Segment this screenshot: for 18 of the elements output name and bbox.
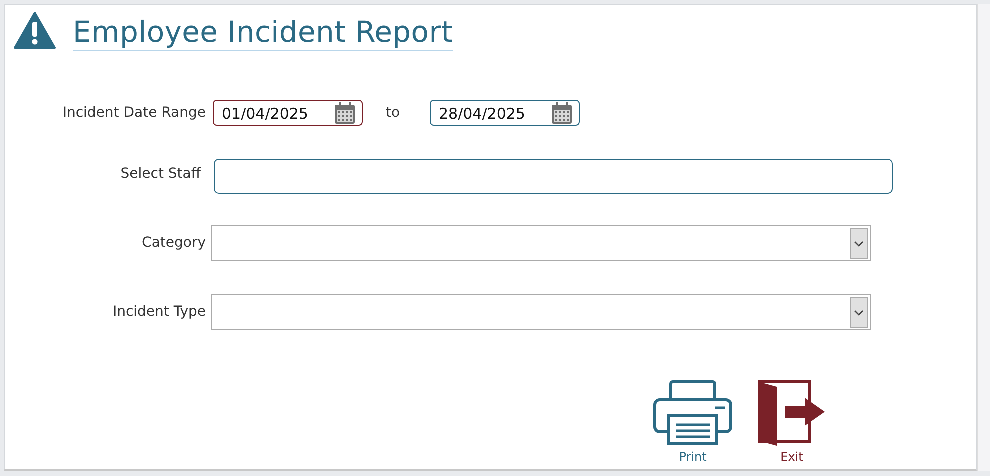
calendar-icon[interactable] <box>551 102 573 124</box>
field-label: Incident Type <box>112 304 206 320</box>
print-button[interactable]: Print <box>651 380 735 464</box>
chevron-down-icon <box>850 228 868 258</box>
staff-input-field[interactable] <box>214 159 893 194</box>
exit-door-icon <box>757 380 827 446</box>
printer-icon <box>653 380 733 446</box>
exit-button[interactable]: Exit <box>756 380 828 464</box>
date-field[interactable]: 28/04/2025 <box>430 100 580 126</box>
field-label: Select Staff <box>120 165 201 182</box>
field-label: Incident Date Range <box>62 105 206 121</box>
range-separator: to <box>384 105 402 121</box>
chevron-down-icon <box>850 296 868 328</box>
field-label: Category <box>141 235 206 251</box>
date-field[interactable]: 01/04/2025 <box>213 100 363 126</box>
page-title: Employee Incident Report <box>73 14 453 51</box>
calendar-icon[interactable] <box>334 102 356 124</box>
warning-icon <box>14 11 56 50</box>
